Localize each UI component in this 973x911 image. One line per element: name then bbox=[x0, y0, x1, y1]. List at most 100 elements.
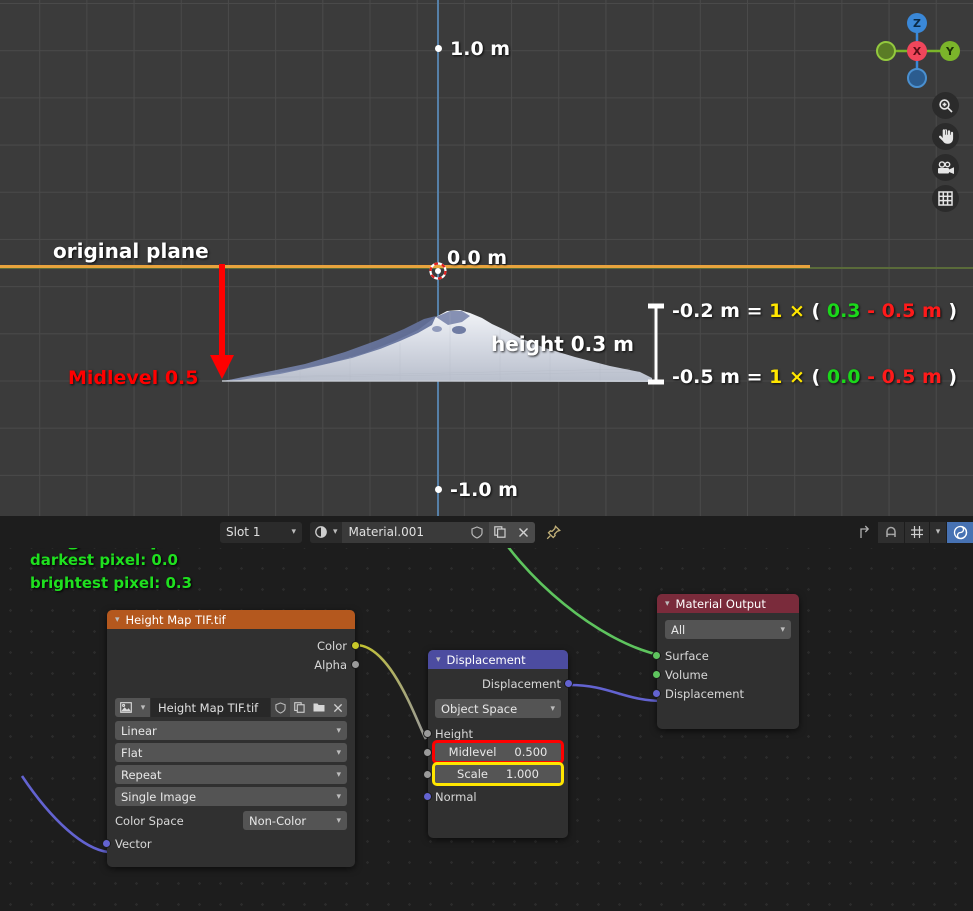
space-dropdown[interactable]: Object Space ▾ bbox=[435, 699, 561, 718]
projection-dropdown[interactable]: Flat ▾ bbox=[115, 743, 347, 762]
socket-row-displacement-output[interactable]: Displacement bbox=[435, 674, 573, 693]
socket-label-displacement-in: Displacement bbox=[665, 686, 745, 701]
image-browse-chevron-icon[interactable]: ▾ bbox=[136, 698, 150, 717]
collapse-chevron-icon[interactable]: ▾ bbox=[115, 615, 120, 625]
equation-midlevel: 0.5 m bbox=[881, 300, 942, 322]
copy-material-icon[interactable] bbox=[488, 521, 512, 543]
extension-dropdown[interactable]: Repeat ▾ bbox=[115, 765, 347, 784]
pin-icon[interactable] bbox=[546, 524, 561, 540]
node-displacement[interactable]: ▾ Displacement Displacement Object Space… bbox=[423, 650, 573, 838]
slot-selector[interactable]: Slot 1 ▾ bbox=[220, 521, 302, 543]
midlevel-value: 0.500 bbox=[514, 745, 548, 759]
socket-normal-input[interactable] bbox=[423, 792, 432, 801]
socket-height-input[interactable] bbox=[423, 729, 432, 738]
material-name-field[interactable]: Material.001 bbox=[341, 521, 466, 543]
target-dropdown[interactable]: All ▾ bbox=[665, 620, 791, 639]
magnet-icon[interactable] bbox=[878, 521, 904, 543]
socket-row-vector[interactable]: Vector bbox=[102, 834, 347, 853]
node-displacement-title: Displacement bbox=[446, 652, 526, 667]
slot-label: Slot 1 bbox=[226, 525, 261, 539]
node-material-output-body: All ▾ Surface Volume Displacement bbox=[652, 613, 799, 711]
node-material-output-header[interactable]: ▾ Material Output bbox=[657, 594, 799, 613]
socket-displacement-input[interactable] bbox=[652, 689, 661, 698]
equation-row-0: -0.2 m = 1 × ( 0.3 - 0.5 m ) bbox=[672, 300, 957, 322]
chevron-down-icon: ▾ bbox=[780, 624, 785, 635]
gizmo-axis-neg-z[interactable] bbox=[907, 68, 927, 88]
unlink-material-icon[interactable] bbox=[511, 521, 535, 543]
chevron-down-icon: ▾ bbox=[550, 703, 555, 714]
snap-settings-icon[interactable] bbox=[905, 521, 929, 543]
scale-label: Scale bbox=[457, 767, 488, 781]
equation-result: -0.2 m bbox=[672, 300, 740, 322]
interpolation-dropdown[interactable]: Linear ▾ bbox=[115, 721, 347, 740]
node-displacement-header[interactable]: ▾ Displacement bbox=[428, 650, 568, 669]
measure-dot-bottom bbox=[435, 486, 442, 493]
socket-row-normal[interactable]: Normal bbox=[423, 787, 561, 806]
extension-value: Repeat bbox=[121, 767, 162, 782]
equation-minus: - bbox=[867, 300, 876, 322]
socket-label-displacement-out: Displacement bbox=[481, 676, 561, 691]
socket-midlevel-input[interactable] bbox=[423, 748, 432, 757]
zoom-view-icon[interactable] bbox=[932, 92, 959, 119]
heightmap-annotation-line2: brightest pixel: 0.3 bbox=[30, 574, 193, 592]
image-copy-icon[interactable] bbox=[290, 698, 309, 717]
measure-dot-top bbox=[435, 45, 442, 52]
material-sphere-icon[interactable] bbox=[310, 521, 332, 543]
image-open-folder-icon[interactable] bbox=[309, 698, 328, 717]
socket-surface-input[interactable] bbox=[652, 651, 661, 660]
gizmo-axis-z[interactable]: Z bbox=[907, 13, 927, 33]
navigation-gizmo[interactable]: Z X Y bbox=[866, 6, 966, 96]
image-browse-icon[interactable] bbox=[115, 698, 136, 717]
gizmo-axis-neg-y[interactable] bbox=[876, 41, 896, 61]
original-plane-label: original plane bbox=[53, 239, 209, 263]
space-value: Object Space bbox=[441, 701, 518, 716]
socket-alpha-output[interactable] bbox=[351, 660, 360, 669]
projection-value: Flat bbox=[121, 745, 143, 760]
socket-vector-input[interactable] bbox=[102, 839, 111, 848]
midlevel-value-field[interactable]: Midlevel 0.500 bbox=[432, 740, 564, 764]
socket-displacement-output[interactable] bbox=[564, 679, 573, 688]
gizmo-x-label: X bbox=[912, 44, 922, 58]
scale-value-field[interactable]: Scale 1.000 bbox=[432, 762, 564, 786]
socket-row-color[interactable]: Color bbox=[115, 636, 360, 655]
snap-settings-chevron-icon[interactable]: ▾ bbox=[930, 521, 946, 543]
overlay-toggle-icon[interactable] bbox=[947, 521, 973, 543]
node-image-texture-header[interactable]: ▾ Height Map TIF.tif bbox=[107, 610, 355, 629]
source-dropdown[interactable]: Single Image ▾ bbox=[115, 787, 347, 806]
material-datablock[interactable]: ▾ Material.001 bbox=[310, 521, 535, 543]
node-editor-header: Slot 1 ▾ ▾ Material.001 ▾ bbox=[0, 516, 973, 548]
toggle-orthographic-icon[interactable] bbox=[932, 185, 959, 212]
chevron-down-icon[interactable]: ▾ bbox=[332, 527, 342, 537]
collapse-chevron-icon[interactable]: ▾ bbox=[665, 599, 670, 609]
image-fake-user-icon[interactable] bbox=[271, 698, 290, 717]
camera-view-icon[interactable] bbox=[932, 154, 959, 181]
chevron-down-icon: ▾ bbox=[336, 791, 341, 802]
shader-node-editor[interactable]: height map darkest pixel: 0.0 brightest … bbox=[0, 516, 973, 911]
socket-scale-input[interactable] bbox=[423, 770, 432, 779]
equation-open-paren: ( bbox=[811, 366, 821, 388]
equation-row-1: -0.5 m = 1 × ( 0.0 - 0.5 m ) bbox=[672, 366, 957, 388]
socket-color-output[interactable] bbox=[351, 641, 360, 650]
socket-row-volume[interactable]: Volume bbox=[652, 665, 791, 684]
gizmo-axis-x[interactable]: X bbox=[907, 41, 927, 61]
fake-user-shield-icon[interactable] bbox=[465, 521, 489, 543]
socket-row-alpha[interactable]: Alpha bbox=[115, 655, 360, 674]
socket-row-surface[interactable]: Surface bbox=[652, 646, 791, 665]
socket-row-height[interactable]: Height bbox=[423, 724, 561, 743]
socket-row-displacement-input[interactable]: Displacement bbox=[652, 684, 791, 703]
socket-volume-input[interactable] bbox=[652, 670, 661, 679]
gizmo-axis-y[interactable]: Y bbox=[940, 41, 960, 61]
image-unlink-icon[interactable] bbox=[328, 698, 347, 717]
node-material-output[interactable]: ▾ Material Output All ▾ Surface Volume D… bbox=[652, 594, 799, 729]
chevron-down-icon: ▾ bbox=[336, 815, 341, 826]
pan-view-icon[interactable] bbox=[932, 123, 959, 150]
interpolation-value: Linear bbox=[121, 723, 157, 738]
image-name-field[interactable]: Height Map TIF.tif bbox=[151, 698, 270, 717]
colorspace-label: Color Space bbox=[115, 813, 184, 828]
snap-parent-icon[interactable] bbox=[851, 521, 877, 543]
colorspace-dropdown[interactable]: Non-Color ▾ bbox=[243, 811, 347, 830]
collapse-chevron-icon[interactable]: ▾ bbox=[436, 655, 441, 665]
scale-value: 1.000 bbox=[506, 767, 539, 781]
3d-viewport[interactable]: 1.0 m 0.0 m -1.0 m original plane Midlev… bbox=[0, 0, 973, 516]
node-image-texture[interactable]: ▾ Height Map TIF.tif Color Alpha ▾ Heigh… bbox=[102, 610, 360, 867]
